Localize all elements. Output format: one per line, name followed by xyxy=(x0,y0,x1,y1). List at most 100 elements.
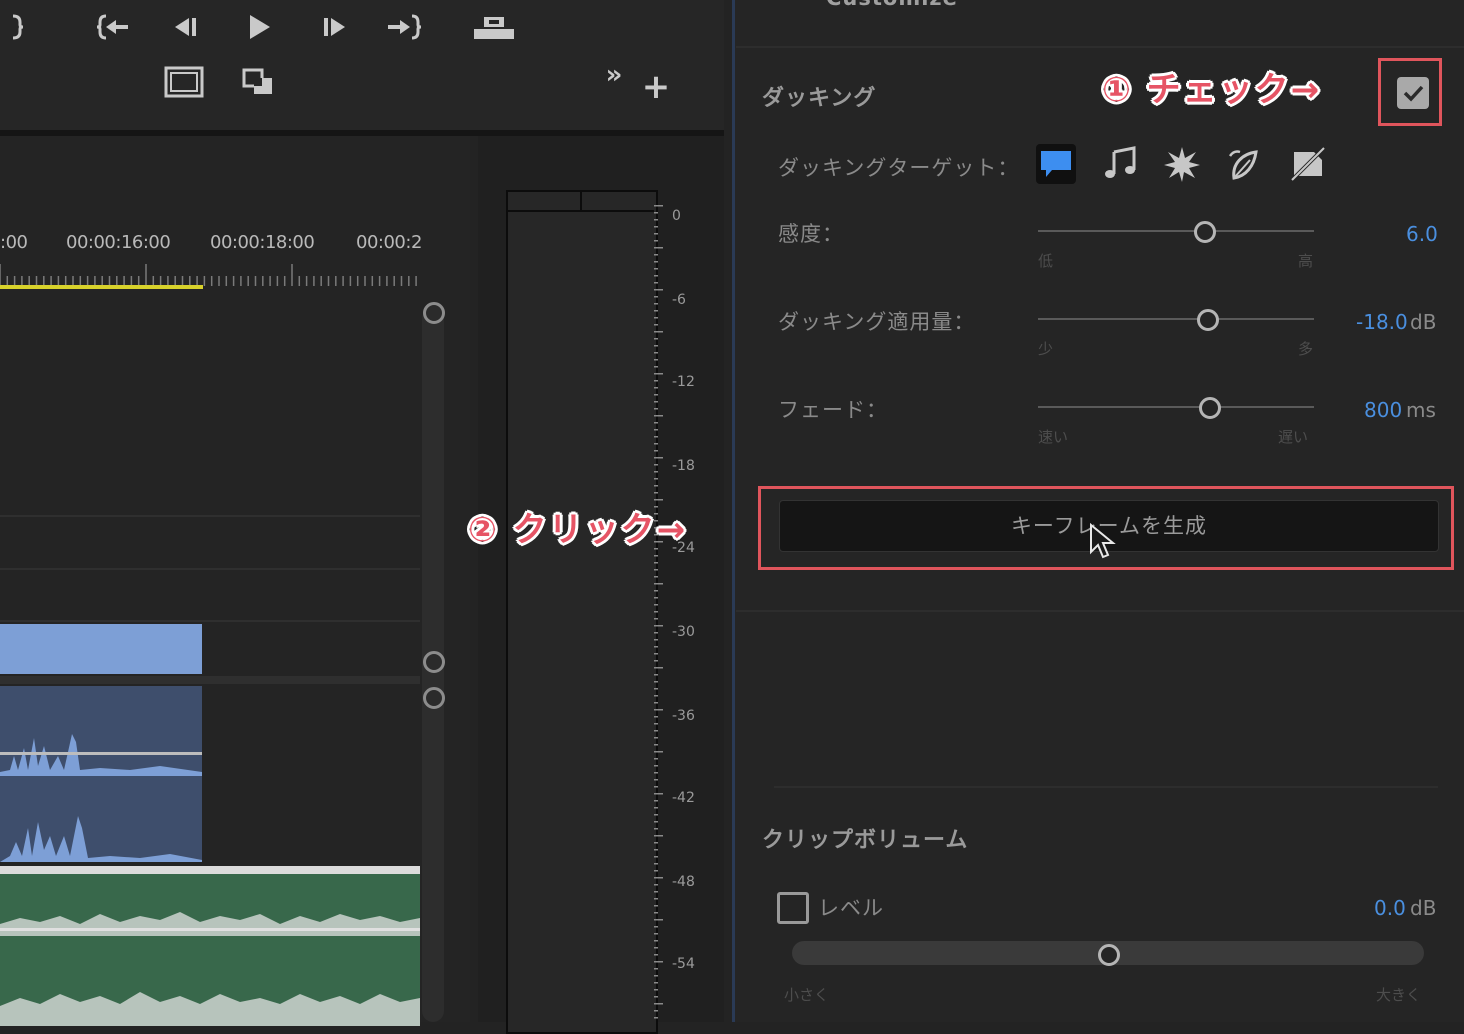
meter-tick xyxy=(654,436,658,438)
scroll-handle[interactable] xyxy=(423,687,445,709)
customize-label[interactable]: Customize xyxy=(826,0,958,10)
timecode-label: 00:00:18:00 xyxy=(210,232,315,253)
ducking-amount-value[interactable]: -18.0 xyxy=(1356,310,1408,334)
meter-tick xyxy=(654,667,663,669)
meter-tick xyxy=(654,303,658,305)
work-area-bar[interactable] xyxy=(0,285,203,289)
meter-tick xyxy=(654,695,658,697)
fade-slider-handle[interactable] xyxy=(1199,397,1221,419)
meter-scale xyxy=(654,205,663,1019)
slider-max-label: 高 xyxy=(1298,252,1314,270)
meter-tick xyxy=(654,954,658,956)
comparison-view-button[interactable] xyxy=(236,66,280,98)
meter-tick xyxy=(654,947,658,949)
meter-tick xyxy=(654,793,663,795)
scroll-handle[interactable] xyxy=(423,651,445,673)
meter-tick xyxy=(654,240,658,242)
meter-tick xyxy=(654,828,658,830)
meter-tick xyxy=(654,1003,663,1005)
meter-tick xyxy=(654,394,658,396)
more-button[interactable]: » xyxy=(594,60,634,90)
meter-tick xyxy=(654,247,663,249)
sfx-target-icon[interactable] xyxy=(1162,144,1202,184)
meter-tick xyxy=(654,723,658,725)
sensitivity-label: 感度： xyxy=(778,222,844,246)
meter-peak-indicators[interactable] xyxy=(508,192,654,212)
fade-value[interactable]: 800 xyxy=(1364,398,1402,422)
go-to-out-button[interactable] xyxy=(382,12,426,42)
meter-tick xyxy=(654,576,658,578)
meter-tick xyxy=(654,254,658,256)
meter-tick xyxy=(654,268,658,270)
meter-tick xyxy=(654,569,658,571)
level-checkbox[interactable] xyxy=(777,892,809,924)
slider-min-label: 低 xyxy=(1038,252,1054,270)
meter-tick xyxy=(654,450,658,452)
meter-tick xyxy=(654,359,658,361)
meter-tick xyxy=(654,870,658,872)
meter-scale-label: -6 xyxy=(672,292,686,308)
play-button[interactable] xyxy=(236,12,280,42)
meter-tick xyxy=(654,884,658,886)
slider-min-label: 少 xyxy=(1038,340,1054,358)
meter-tick xyxy=(654,709,663,711)
meter-tick xyxy=(654,205,663,207)
level-value[interactable]: 0.0 xyxy=(1374,896,1406,920)
meter-tick xyxy=(654,275,658,277)
meter-tick xyxy=(654,919,663,921)
meter-tick xyxy=(654,975,658,977)
meter-tick xyxy=(654,380,658,382)
meter-tick xyxy=(654,639,658,641)
sensitivity-value[interactable]: 6.0 xyxy=(1406,222,1438,246)
meter-tick xyxy=(654,653,658,655)
meter-tick xyxy=(654,618,658,620)
fade-unit: ms xyxy=(1406,398,1436,422)
highlight-box xyxy=(1378,58,1442,126)
ducking-amount-slider[interactable] xyxy=(1038,318,1314,320)
ducking-amount-unit: dB xyxy=(1410,310,1437,334)
video-clip[interactable] xyxy=(0,624,202,674)
fade-slider[interactable] xyxy=(1038,406,1314,408)
music-clip[interactable] xyxy=(0,866,420,1026)
step-back-button[interactable] xyxy=(164,12,208,42)
unassigned-target-icon[interactable] xyxy=(1288,144,1328,184)
ducking-amount-slider-handle[interactable] xyxy=(1197,309,1219,331)
meter-tick xyxy=(654,590,658,592)
meter-tick xyxy=(654,366,658,368)
meter-tick xyxy=(654,688,658,690)
lift-button[interactable] xyxy=(472,12,516,42)
meter-tick xyxy=(654,338,658,340)
plus-icon: + xyxy=(641,67,671,107)
meter-tick xyxy=(654,765,658,767)
scroll-handle[interactable] xyxy=(423,302,445,324)
safe-margins-button[interactable] xyxy=(162,66,206,98)
meter-tick xyxy=(654,562,658,564)
meter-tick xyxy=(654,324,658,326)
dialogue-target-icon[interactable] xyxy=(1036,144,1076,184)
mark-out-button[interactable] xyxy=(0,12,36,42)
meter-tick xyxy=(654,296,658,298)
meter-tick xyxy=(654,835,663,837)
ambience-target-icon[interactable] xyxy=(1224,144,1264,184)
step-forward-button[interactable] xyxy=(312,12,356,42)
meter-tick xyxy=(654,310,658,312)
meter-scale-label: -36 xyxy=(672,708,695,724)
go-to-in-button[interactable] xyxy=(92,12,136,42)
add-button[interactable]: + xyxy=(634,70,678,104)
sensitivity-slider[interactable] xyxy=(1038,230,1314,232)
meter-tick xyxy=(654,814,658,816)
meter-tick xyxy=(654,499,663,501)
meter-tick xyxy=(654,863,658,865)
clip-volume-slider-handle[interactable] xyxy=(1098,944,1120,966)
meter-tick xyxy=(654,443,658,445)
meter-scale-label: -18 xyxy=(672,458,695,474)
sensitivity-slider-handle[interactable] xyxy=(1194,221,1216,243)
clip-volume-title: クリップボリューム xyxy=(762,828,969,853)
highlight-box xyxy=(758,486,1454,570)
meter-tick xyxy=(654,961,663,963)
music-target-icon[interactable] xyxy=(1102,144,1142,184)
meter-tick xyxy=(654,478,658,480)
audio-clip[interactable] xyxy=(0,686,202,862)
meter-tick xyxy=(654,877,663,879)
meter-tick xyxy=(654,583,663,585)
